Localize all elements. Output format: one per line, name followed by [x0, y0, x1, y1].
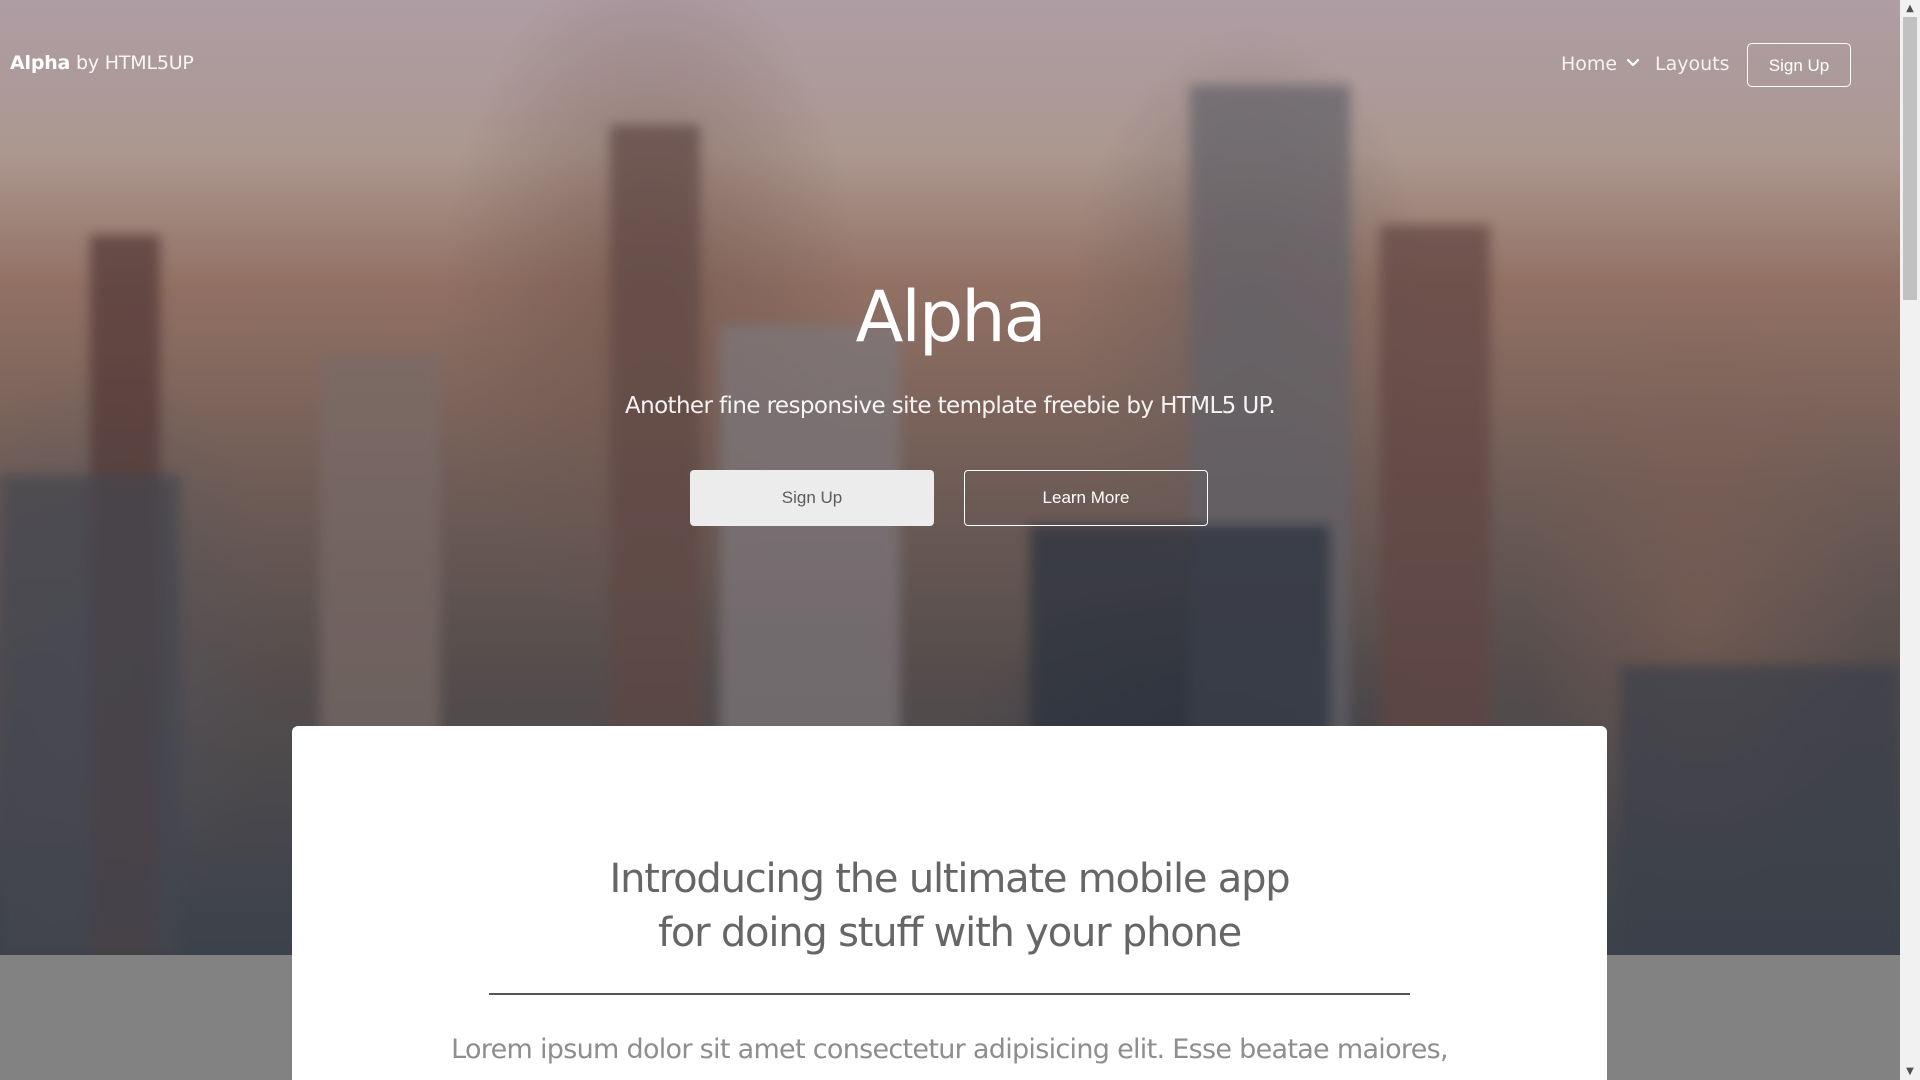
triangle-down-icon[interactable]: ▼	[1900, 1063, 1920, 1080]
triangle-up-icon[interactable]: ▲	[1900, 0, 1920, 17]
nav-home-link[interactable]: Home	[1561, 53, 1617, 75]
scrollbar-thumb[interactable]	[1903, 17, 1917, 300]
site-logo[interactable]: Alpha by HTML5UP	[10, 52, 194, 74]
hero-subtitle: Another fine responsive site template fr…	[624, 393, 1276, 419]
content-card: Introducing the ultimate mobile app for …	[292, 726, 1607, 1080]
nav-signup-button[interactable]: Sign Up	[1747, 43, 1851, 87]
content-heading-line2: for doing stuff with your phone	[657, 910, 1242, 956]
nav-layouts-link[interactable]: Layouts	[1655, 53, 1730, 75]
content-body-text: Lorem ipsum dolor sit amet consectetur a…	[451, 1034, 1448, 1065]
logo-strong: Alpha	[10, 52, 71, 74]
content-heading-line1: Introducing the ultimate mobile app	[609, 856, 1291, 902]
hero-signup-button[interactable]: Sign Up	[690, 470, 934, 526]
hero-title: Alpha	[855, 276, 1046, 358]
vertical-scrollbar[interactable]: ▲ ▼	[1900, 0, 1920, 1080]
content-heading: Introducing the ultimate mobile app for …	[292, 852, 1607, 960]
logo-rest: by HTML5UP	[70, 52, 194, 74]
site-header: Alpha by HTML5UP Home Layouts Sign Up	[0, 0, 1900, 130]
chevron-down-icon[interactable]	[1625, 55, 1641, 71]
hero-learn-more-button[interactable]: Learn More	[964, 470, 1208, 526]
content-divider	[489, 993, 1410, 995]
